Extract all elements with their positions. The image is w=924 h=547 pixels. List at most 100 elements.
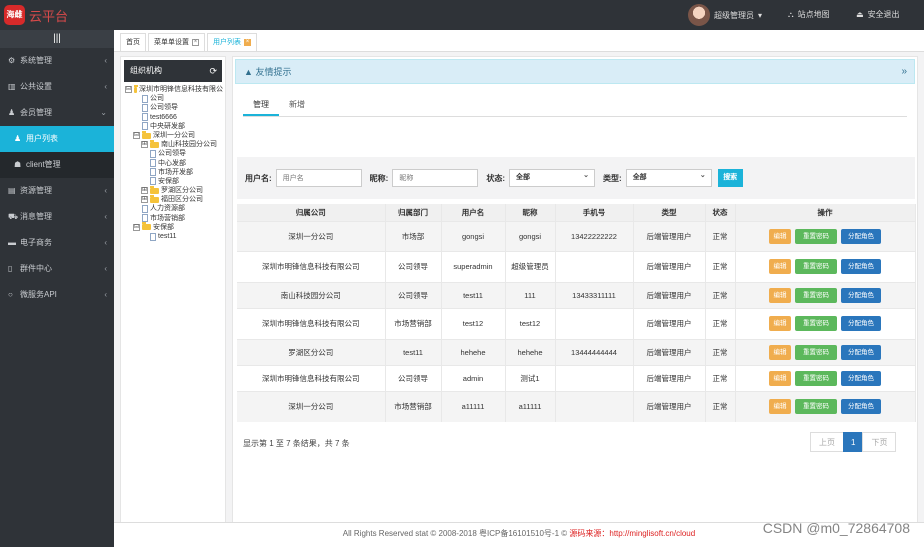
logout-link[interactable]: ⏏ 安全退出 <box>856 9 900 20</box>
reset-password-button[interactable]: 重置密码 <box>795 287 837 303</box>
sidebar-item-3[interactable]: ♟ 用户列表 <box>0 126 114 152</box>
edit-button[interactable]: 编辑 <box>769 287 791 303</box>
cell-status: 正常 <box>705 220 736 251</box>
reset-password-button[interactable]: 重置密码 <box>795 344 837 360</box>
tree-node-label: 安保部 <box>158 177 179 185</box>
subtab-add[interactable]: 新增 <box>279 97 315 116</box>
assign-role-button[interactable]: 分配角色 <box>841 316 881 331</box>
cell-nick: 超级管理员 <box>505 250 556 282</box>
tree-node[interactable]: 人力资源部 <box>125 204 223 214</box>
assign-role-button[interactable]: 分配角色 <box>841 399 881 415</box>
source-link[interactable]: 源码来源：http://minglisoft.cn/cloud <box>569 529 695 538</box>
edit-button[interactable]: 编辑 <box>769 370 791 386</box>
folder-icon <box>150 139 159 148</box>
close-icon[interactable]: × <box>192 39 199 46</box>
assign-role-button[interactable]: 分配角色 <box>841 259 881 274</box>
cell-type: 后端管理用户 <box>633 281 706 308</box>
expand-icon[interactable]: ⊟ <box>133 132 140 140</box>
tree-node[interactable]: 市场营销部 <box>125 214 223 223</box>
cell-company: 深圳市明锋信息科技有限公司 <box>237 307 386 339</box>
sidebar-item-6[interactable]: ⛟ 消息管理 ‹ <box>0 204 114 230</box>
sidebar-item-5[interactable]: ▤ 资源管理 ‹ <box>0 178 114 204</box>
assign-role-button[interactable]: 分配角色 <box>841 228 881 244</box>
expand-icon[interactable]: ⊞ <box>141 187 148 195</box>
cell-user: test11 <box>441 281 506 308</box>
username-input[interactable] <box>275 169 362 187</box>
sidebar-item-1[interactable]: ▥ 公共设置 ‹ <box>0 74 114 100</box>
user-menu[interactable]: 超级管理员 ▾ <box>688 3 762 27</box>
user-name: 超级管理员 <box>714 10 754 20</box>
tree-node[interactable]: 公司领导 <box>125 103 223 112</box>
close-icon[interactable]: × <box>244 39 251 46</box>
assign-role-button[interactable]: 分配角色 <box>841 370 881 386</box>
reset-password-button[interactable]: 重置密码 <box>795 399 837 415</box>
tree-node[interactable]: ⊟ 深圳市明锋信息科技有限公 <box>125 84 223 94</box>
refresh-icon[interactable]: ⟳ <box>209 60 217 82</box>
collapse-icon[interactable]: » <box>901 60 907 84</box>
cell-type: 后端管理用户 <box>633 220 706 251</box>
tree-node[interactable]: ⊞ 南山科技园分公司 <box>125 139 223 149</box>
expand-icon[interactable]: ⊞ <box>141 196 148 204</box>
sidebar-toggle[interactable]: ||| <box>0 30 114 48</box>
edit-button[interactable]: 编辑 <box>769 344 791 360</box>
prev-page[interactable]: 上页 <box>810 432 844 452</box>
next-page[interactable]: 下页 <box>862 432 897 452</box>
reset-password-button[interactable]: 重置密码 <box>795 370 837 386</box>
tree-node[interactable]: 安保部 <box>125 177 223 186</box>
tree-node[interactable]: ⊟ 深圳一分公司 <box>125 130 223 140</box>
cell-company: 深圳一分公司 <box>237 220 386 251</box>
search-button[interactable]: 搜索 <box>717 169 743 187</box>
subtab-manage[interactable]: 管理 <box>243 97 279 116</box>
expand-icon[interactable]: ⊟ <box>125 86 132 94</box>
page-tabs: 首页 菜单单设置 × 用户列表 × <box>114 30 924 52</box>
sidebar-item-9[interactable]: ○ 微服务API ‹ <box>0 282 114 308</box>
cell-dept: 市场营销部 <box>385 307 442 339</box>
site-map-link[interactable]: ⛬ 站点地图 <box>788 9 830 20</box>
sidebar-item-2[interactable]: ♟ 会员管理 ⌄ <box>0 100 114 126</box>
sidebar-item-8[interactable]: ▯ 群件中心 ‹ <box>0 256 114 282</box>
menu-icon: ▬ <box>8 238 16 247</box>
tree-node[interactable]: test6666 <box>125 113 223 122</box>
cell-phone <box>555 364 634 391</box>
tree-node[interactable]: ⊞ 福田区分公司 <box>125 194 223 204</box>
tab-menu-settings[interactable]: 菜单单设置 × <box>148 33 205 51</box>
tab-user-list[interactable]: 用户列表 × <box>207 33 257 51</box>
cell-dept: 市场部 <box>385 220 442 251</box>
tree-node[interactable]: ⊟ 安保部 <box>125 222 223 232</box>
tree-node[interactable]: 中心发部 <box>125 159 223 168</box>
file-icon <box>150 177 156 186</box>
tree-node[interactable]: test11 <box>125 232 223 241</box>
table-row: 深圳市明锋信息科技有限公司 市场营销部 test12 test12 后端管理用户 正常 编辑… <box>237 307 916 339</box>
edit-button[interactable]: 编辑 <box>769 228 791 244</box>
sidebar-item-4[interactable]: ☗ client管理 <box>0 152 114 178</box>
type-select[interactable]: 全部 <box>625 168 712 187</box>
reset-password-button[interactable]: 重置密码 <box>795 259 837 274</box>
sidebar-item-7[interactable]: ▬ 电子商务 ‹ <box>0 230 114 256</box>
sidebar-item-label: client管理 <box>26 160 61 169</box>
edit-button[interactable]: 编辑 <box>769 316 791 331</box>
expand-icon[interactable]: ⊞ <box>141 141 148 149</box>
cell-nick: gongsi <box>505 220 556 251</box>
edit-button[interactable]: 编辑 <box>769 259 791 274</box>
tab-home[interactable]: 首页 <box>120 33 146 51</box>
status-select[interactable]: 全部 <box>509 168 596 187</box>
page-1[interactable]: 1 <box>843 432 864 452</box>
sidebar-item-0[interactable]: ⚙ 系统管理 ‹ <box>0 48 114 74</box>
expand-icon[interactable]: ⊟ <box>133 223 140 231</box>
column-header: 归属公司 <box>237 204 386 221</box>
cell-status: 正常 <box>705 281 736 308</box>
reset-password-button[interactable]: 重置密码 <box>795 228 837 244</box>
nickname-input[interactable] <box>392 169 479 187</box>
tree-node[interactable]: 公司 <box>125 94 223 103</box>
tree-node[interactable]: 市场开发部 <box>125 168 223 177</box>
reset-password-button[interactable]: 重置密码 <box>795 316 837 331</box>
tree-node[interactable]: ⊞ 罗湖区分公司 <box>125 185 223 195</box>
caret-down-icon: ▾ <box>758 10 763 20</box>
tree-node[interactable]: 中央研发部 <box>125 122 223 131</box>
edit-button[interactable]: 编辑 <box>769 399 791 415</box>
avatar <box>688 4 710 26</box>
assign-role-button[interactable]: 分配角色 <box>841 287 881 303</box>
tree-node[interactable]: 公司领导 <box>125 149 223 158</box>
tree-node-label: 中心发部 <box>158 159 186 167</box>
assign-role-button[interactable]: 分配角色 <box>841 344 881 360</box>
